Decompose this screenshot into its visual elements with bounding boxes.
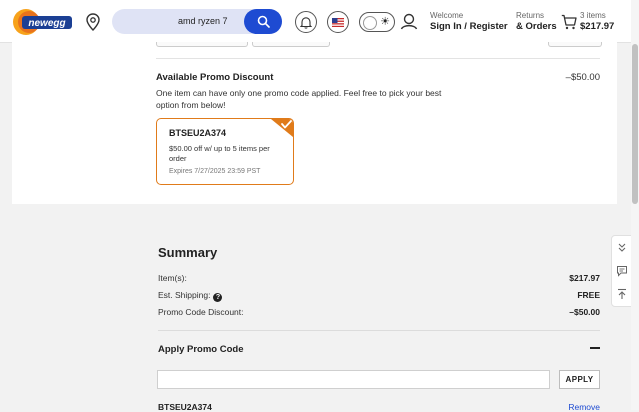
floating-tools [611, 235, 633, 307]
search-icon [257, 15, 270, 28]
promo-code-input[interactable] [157, 370, 550, 389]
question-circle-icon[interactable]: ? [213, 293, 223, 302]
cart-icon[interactable] [561, 14, 577, 30]
bell-icon [300, 16, 312, 29]
search-button[interactable] [244, 9, 282, 34]
cart-total[interactable]: $217.97 [580, 21, 614, 32]
sign-in-link[interactable]: Sign In / Register [430, 21, 508, 32]
coupon-code: BTSEU2A374 [169, 128, 227, 138]
promo-title: Available Promo Discount [156, 72, 274, 83]
shipping-label-row: Est. Shipping:? [158, 290, 223, 302]
user-icon[interactable] [400, 12, 418, 30]
applied-promo-code: BTSEU2A374 [158, 402, 212, 412]
site-header: newegg ☀ [0, 0, 639, 43]
newegg-logo[interactable]: newegg [12, 8, 74, 36]
country-selector[interactable] [327, 11, 349, 33]
divider [158, 330, 600, 331]
theme-toggle[interactable]: ☀ [359, 12, 395, 32]
logo-text: newegg [28, 18, 65, 29]
minus-icon[interactable] [590, 347, 600, 349]
back-to-top-icon[interactable] [616, 288, 628, 300]
coupon-card[interactable]: BTSEU2A374 $50.00 off w/ up to 5 items p… [156, 118, 294, 185]
promo-discount-label: Promo Code Discount: [158, 307, 244, 317]
double-chevron-down-icon[interactable] [616, 242, 628, 254]
feedback-icon[interactable] [616, 265, 628, 277]
shipping-label: Est. Shipping: [158, 290, 211, 300]
shipping-value: FREE [577, 290, 600, 300]
promo-discount-value: –$50.00 [569, 307, 600, 317]
cart-item-count[interactable]: 3 items [580, 11, 606, 20]
welcome-label: Welcome [430, 11, 464, 20]
us-flag-icon [332, 17, 344, 27]
items-label: Item(s): [158, 273, 187, 283]
map-pin-icon[interactable] [86, 13, 100, 31]
orders-link[interactable]: & Orders [516, 21, 557, 32]
action-button-edge[interactable] [252, 42, 330, 47]
returns-label[interactable]: Returns [516, 11, 544, 20]
page-scrollbar[interactable] [631, 0, 639, 410]
checkmark-icon [271, 119, 293, 137]
action-button-edge[interactable] [548, 42, 602, 47]
summary-title: Summary [158, 245, 218, 260]
apply-promo-title[interactable]: Apply Promo Code [158, 344, 244, 355]
divider [156, 58, 600, 59]
coupon-detail: $50.00 off w/ up to 5 items per order [169, 144, 270, 163]
items-value: $217.97 [569, 273, 600, 283]
promo-discount-section: Available Promo Discount –$50.00 One ite… [12, 42, 617, 204]
scrollbar-thumb[interactable] [632, 44, 638, 204]
apply-button[interactable]: APPLY [559, 370, 600, 389]
search-bar [112, 9, 282, 34]
action-button-edge[interactable] [156, 42, 248, 47]
sun-icon: ☀ [380, 16, 390, 28]
toggle-knob [363, 16, 377, 30]
coupon-expiry: Expires 7/27/2025 23:59 PST [169, 168, 261, 175]
promo-amount: –$50.00 [565, 72, 600, 83]
remove-promo-link[interactable]: Remove [568, 402, 600, 412]
notifications-button[interactable] [295, 11, 317, 33]
promo-description: One item can have only one promo code ap… [156, 88, 442, 110]
